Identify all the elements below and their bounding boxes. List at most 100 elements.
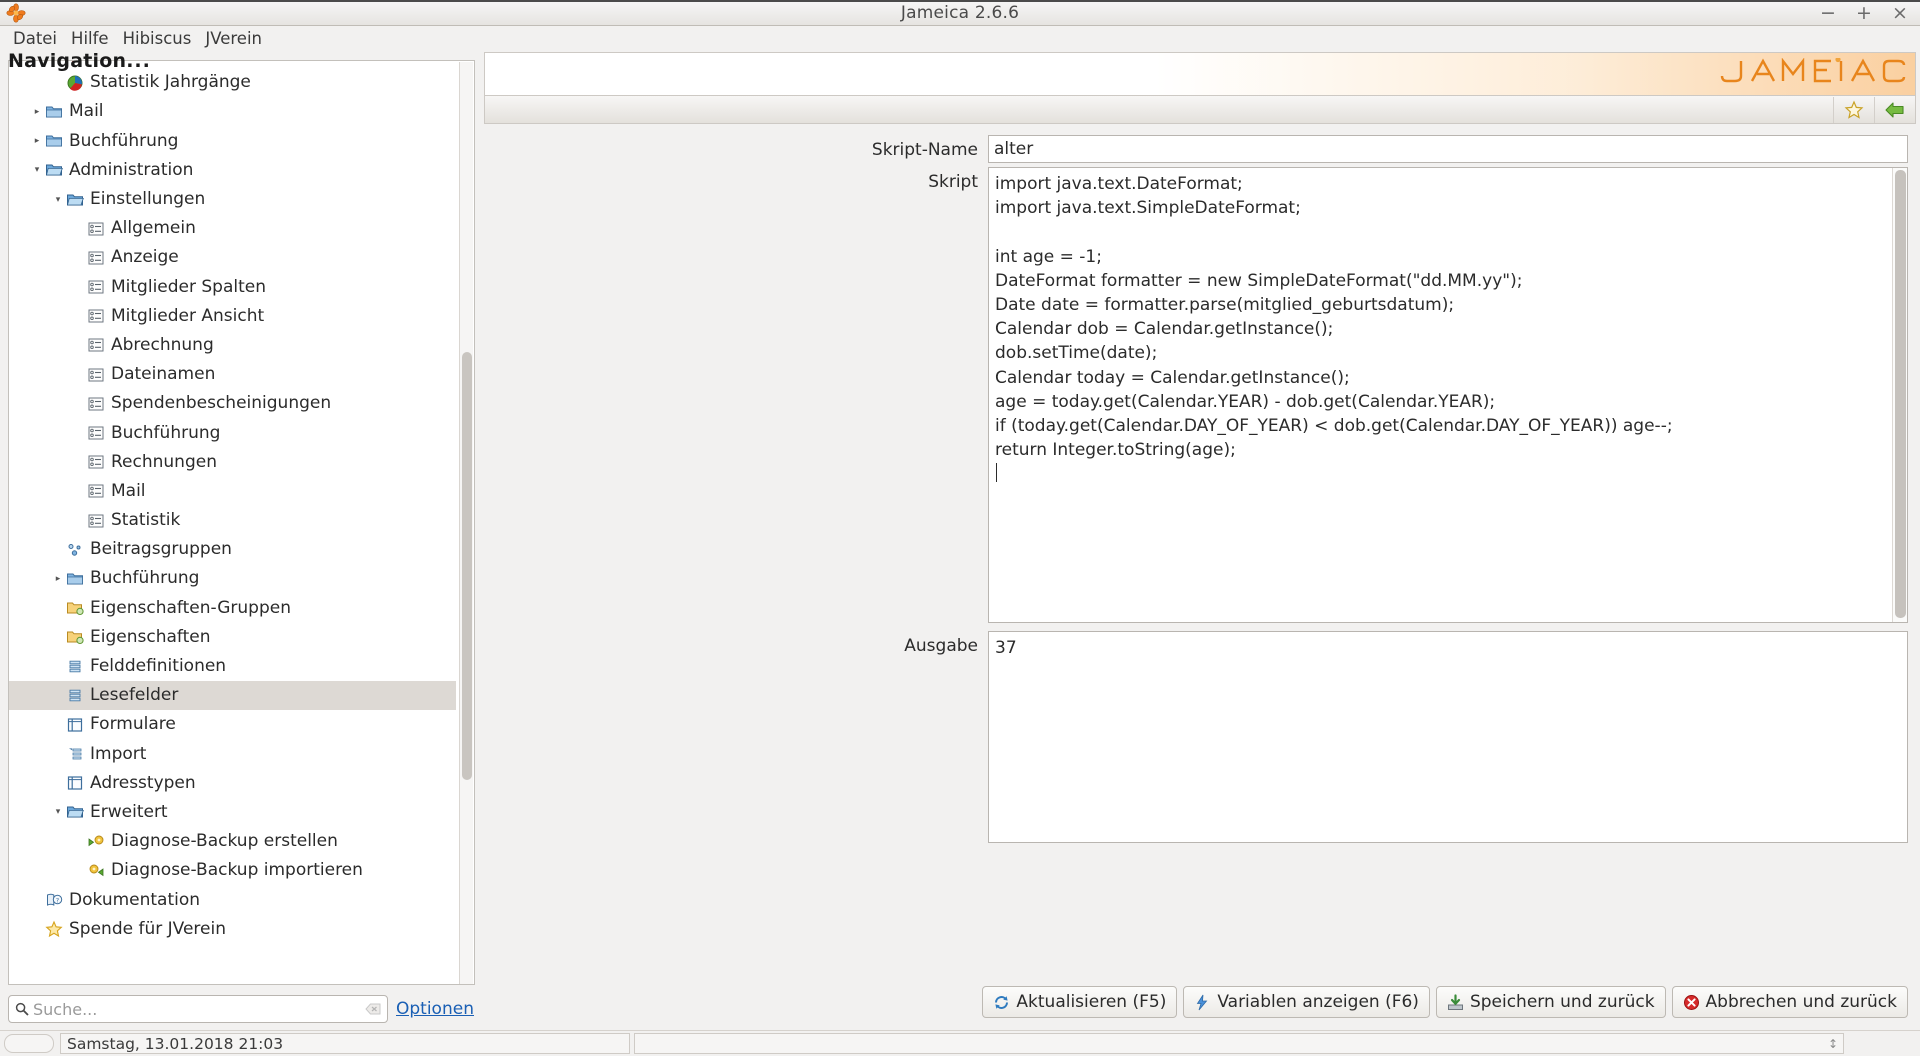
sidebar-item-felddefinitionen[interactable]: Felddefinitionen (9, 652, 456, 681)
settings-list-icon (86, 424, 106, 442)
content-toolbar (484, 96, 1916, 124)
sidebar-item-spendenbescheinigungen[interactable]: Spendenbescheinigungen (9, 389, 456, 418)
chevron-down-icon[interactable]: ▾ (51, 807, 65, 817)
sidebar-item-administration[interactable]: ▾ Administration (9, 156, 456, 185)
output-field[interactable] (988, 631, 1908, 843)
sidebar-item-label: Abrechnung (111, 335, 214, 356)
sidebar-item-lesefelder[interactable]: Lesefelder (9, 681, 456, 710)
sidebar-item-label: Buchführung (111, 423, 220, 444)
sidebar-item-mail[interactable]: ▸ Mail (9, 97, 456, 126)
sidebar-item-label: Rechnungen (111, 452, 217, 473)
menu-hilfe[interactable]: Hilfe (64, 27, 116, 50)
sidebar-item-anzeige[interactable]: Anzeige (9, 243, 456, 272)
navigation-panel: Navigation... Statistik Statistik Jahrgä… (0, 50, 478, 1030)
sidebar-item-allgemein[interactable]: Allgemein (9, 214, 456, 243)
settings-list-icon (86, 307, 106, 325)
settings-list-icon (86, 395, 106, 413)
sidebar-item-abrechnung[interactable]: Abrechnung (9, 331, 456, 360)
settings-list-icon (86, 249, 106, 267)
import-icon (65, 745, 85, 763)
settings-list-icon (86, 482, 106, 500)
settings-list-icon (86, 336, 106, 354)
navigation-tree[interactable]: Statistik Statistik Jahrgänge▸ Mail▸ Buc… (8, 60, 475, 985)
sidebar-item-label: Lesefelder (90, 685, 178, 706)
sidebar-item-label: Statistik Jahrgänge (90, 72, 251, 93)
sidebar-item-import[interactable]: Import (9, 740, 456, 769)
script-scrollbar[interactable] (1892, 168, 1907, 622)
output-textarea[interactable] (989, 632, 1907, 842)
sidebar-item-diagnose-backup-importieren[interactable]: Diagnose-Backup importieren (9, 856, 456, 885)
sidebar-item-diagnose-backup-erstellen[interactable]: Diagnose-Backup erstellen (9, 827, 456, 856)
sidebar-item-label: Erweitert (90, 802, 168, 823)
back-arrow-icon[interactable] (1875, 97, 1915, 123)
sidebar-item-buchführung[interactable]: ▸ Buchführung (9, 564, 456, 593)
sidebar-item-formulare[interactable]: Formulare (9, 710, 456, 739)
stack-icon (65, 687, 85, 705)
sidebar-item-dateinamen[interactable]: Dateinamen (9, 360, 456, 389)
navigation-header-label: Navigation (8, 50, 126, 72)
sidebar-item-erweitert[interactable]: ▾ Erweitert (9, 798, 456, 827)
show-variables-button[interactable]: Variablen anzeigen (F6) (1183, 986, 1430, 1018)
cancel-and-back-button[interactable]: Abbrechen und zurück (1672, 986, 1908, 1018)
menu-hibiscus[interactable]: Hibiscus (116, 27, 199, 50)
sidebar-item-label: Formulare (90, 714, 176, 735)
sidebar-item-label: Diagnose-Backup erstellen (111, 831, 338, 852)
sidebar-item-statistik[interactable]: Statistik (9, 506, 456, 535)
chevron-down-icon[interactable]: ▾ (51, 195, 65, 205)
sidebar-item-mitglieder-ansicht[interactable]: Mitglieder Ansicht (9, 302, 456, 331)
statusbar: Samstag, 13.01.2018 21:03 ↕ (0, 1030, 1920, 1056)
sidebar-item-label: Beitragsgruppen (90, 539, 232, 560)
menu-datei[interactable]: Datei (6, 27, 64, 50)
save-and-back-button[interactable]: Speichern und zurück (1436, 986, 1666, 1018)
script-name-input[interactable] (989, 136, 1907, 162)
sidebar-item-label: Anzeige (111, 247, 179, 268)
options-link[interactable]: Optionen (396, 999, 474, 1019)
sidebar-item-label: Administration (69, 160, 193, 181)
folder-icon (65, 570, 85, 588)
resize-grip-icon[interactable]: ↕ (1828, 1038, 1838, 1050)
sidebar-item-eigenschaften-gruppen[interactable]: Eigenschaften-Gruppen (9, 594, 456, 623)
chevron-right-icon[interactable]: ▸ (51, 574, 65, 584)
sidebar-item-einstellungen[interactable]: ▾ Einstellungen (9, 185, 456, 214)
chevron-right-icon[interactable]: ▸ (30, 136, 44, 146)
clear-search-icon[interactable] (365, 1001, 381, 1017)
form-icon (65, 716, 85, 734)
close-icon[interactable]: × (1890, 3, 1910, 23)
form-icon (65, 774, 85, 792)
script-editor-field[interactable] (988, 167, 1908, 623)
sidebar-item-buchführung[interactable]: ▸ Buchführung (9, 127, 456, 156)
navigation-header-dots: ... (126, 50, 151, 72)
sidebar-item-beitragsgruppen[interactable]: Beitragsgruppen (9, 535, 456, 564)
script-scrollbar-thumb[interactable] (1895, 170, 1906, 618)
sidebar-item-eigenschaften[interactable]: Eigenschaften (9, 623, 456, 652)
navigation-tree-scrollbar-thumb[interactable] (462, 352, 472, 780)
settings-list-icon (86, 220, 106, 238)
sidebar-item-statistik-jahrgänge[interactable]: Statistik Jahrgänge (9, 68, 456, 97)
refresh-icon (993, 994, 1010, 1011)
menu-jverein[interactable]: JVerein (198, 27, 269, 50)
sidebar-item-dokumentation[interactable]: ?Dokumentation (9, 885, 456, 914)
sidebar-item-spende-für-jverein[interactable]: Spende für JVerein (9, 915, 456, 944)
sidebar-item-mitglieder-spalten[interactable]: Mitglieder Spalten (9, 273, 456, 302)
sidebar-item-rechnungen[interactable]: Rechnungen (9, 448, 456, 477)
output-label: Ausgabe (480, 636, 978, 656)
action-button-bar: Aktualisieren (F5) Variablen anzeigen (F… (480, 982, 1916, 1022)
maximize-icon[interactable]: + (1854, 3, 1874, 23)
search-input[interactable] (29, 999, 365, 1020)
chevron-right-icon[interactable]: ▸ (30, 107, 44, 117)
save-icon (1447, 994, 1464, 1011)
script-name-field[interactable] (988, 135, 1908, 163)
chevron-down-icon[interactable]: ▾ (30, 165, 44, 175)
sidebar-item-label: Statistik (111, 510, 180, 531)
refresh-button[interactable]: Aktualisieren (F5) (982, 986, 1177, 1018)
search-box[interactable] (8, 995, 388, 1023)
navigation-tree-scrollbar[interactable] (459, 62, 473, 985)
sidebar-item-mail[interactable]: Mail (9, 477, 456, 506)
sidebar-item-adresstypen[interactable]: Adresstypen (9, 769, 456, 798)
bookmark-star-icon[interactable] (1834, 97, 1874, 123)
minimize-icon[interactable]: − (1818, 3, 1838, 23)
window-titlebar[interactable]: Jameica 2.6.6 − + × (0, 0, 1920, 26)
sidebar-item-buchführung[interactable]: Buchführung (9, 418, 456, 447)
sidebar-item-label: Adresstypen (90, 773, 196, 794)
script-editor-textarea[interactable] (989, 168, 1907, 622)
